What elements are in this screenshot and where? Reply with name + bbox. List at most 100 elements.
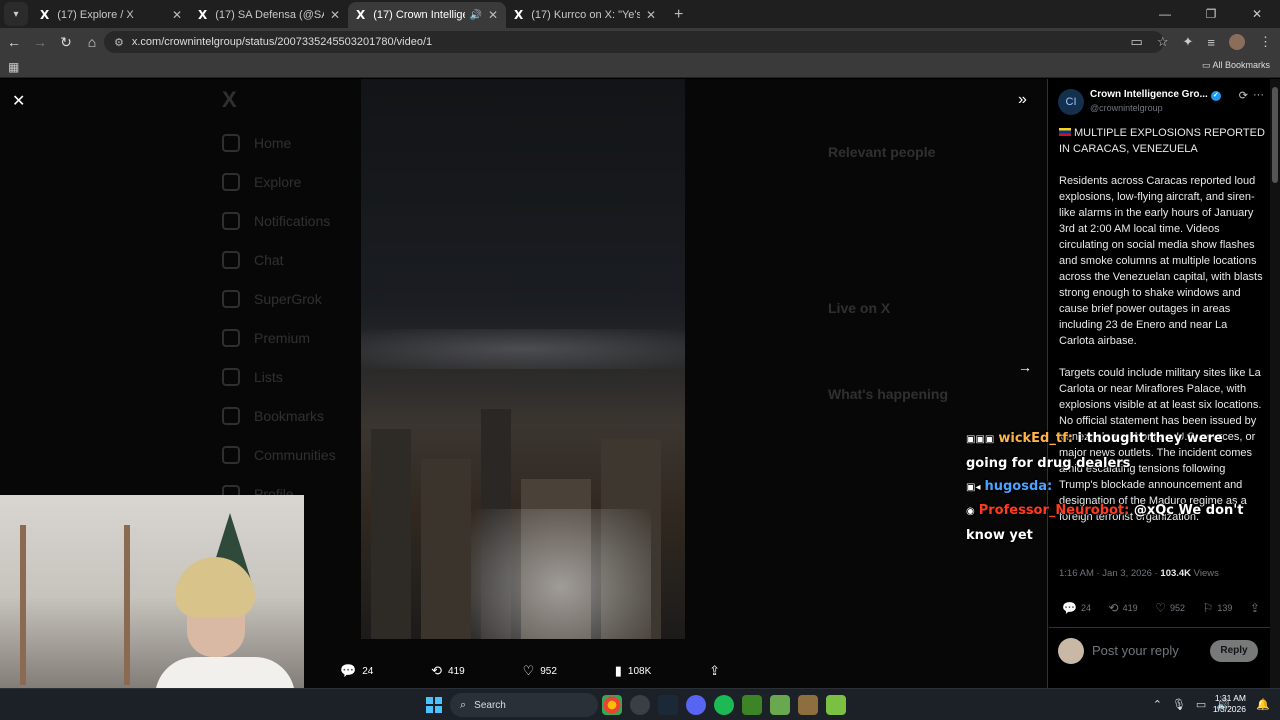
nav-icon	[222, 250, 240, 269]
next-media-icon[interactable]: →	[1018, 359, 1032, 375]
reply-stat[interactable]: 💬 24	[1062, 601, 1091, 615]
author-avatar[interactable]: CI	[1058, 89, 1084, 115]
browser-tab-active[interactable]: X (17) Crown Intelligence Group 🔊 ✕	[348, 2, 506, 28]
network-icon[interactable]: ▭	[1196, 698, 1206, 711]
chat-message: ▣◂ hugosda:	[966, 475, 1256, 500]
browser-tab[interactable]: X (17) Explore / X ✕	[32, 2, 190, 28]
nav-label: Premium	[254, 329, 311, 346]
nav-icon	[222, 133, 240, 152]
back-icon[interactable]: ←	[2, 34, 26, 50]
nav-item: Lists	[222, 357, 372, 396]
collapse-panel-icon[interactable]: »	[1018, 91, 1027, 109]
bookmark-star-icon[interactable]: ☆	[1157, 34, 1169, 50]
close-tab-icon[interactable]: ✕	[172, 8, 182, 22]
like-action[interactable]: ♡ 952	[523, 661, 557, 681]
windows-start-icon[interactable]	[426, 697, 442, 713]
more-options-icon[interactable]: ···	[1253, 89, 1264, 101]
bar-chart-icon: ▮	[614, 663, 622, 678]
nav-label: SuperGrok	[254, 290, 322, 307]
tweet-views-label: Views	[1191, 568, 1219, 579]
minimize-icon[interactable]: —	[1142, 0, 1188, 28]
share-stat[interactable]: ⇪	[1250, 601, 1260, 615]
verified-badge-icon: ✓	[1210, 91, 1221, 101]
address-bar[interactable]: ⚙ x.com/crownintelgroup/status/200733524…	[104, 31, 1164, 53]
minecraft-icon[interactable]	[742, 695, 762, 715]
forward-icon[interactable]: →	[28, 34, 52, 50]
reply-count: 24	[1080, 603, 1091, 613]
nav-label: Home	[254, 134, 292, 151]
repost-icon: ⟲	[431, 663, 443, 678]
spotify-icon[interactable]	[714, 695, 734, 715]
browser-tab[interactable]: X (17) Kurrco on X: "Ye's upcoming ✕	[506, 2, 664, 28]
url-text: x.com/crownintelgroup/status/20073352455…	[131, 36, 433, 48]
discord-icon[interactable]	[686, 695, 706, 715]
tweet-headline-row: MULTIPLE EXPLOSIONS REPORTED IN CARACAS,…	[1059, 125, 1265, 157]
video-player[interactable]	[361, 79, 685, 639]
app-icon[interactable]	[826, 695, 846, 715]
repost-action[interactable]: ⟲ 419	[431, 661, 465, 681]
taskbar-clock[interactable]: 1:31 AM 1/3/2026	[1213, 693, 1246, 715]
tab-search-button[interactable]: ▾	[4, 2, 28, 26]
close-tab-icon[interactable]: ✕	[646, 8, 656, 22]
obs-icon[interactable]	[630, 695, 650, 715]
repost-stat[interactable]: ⟲ 419	[1109, 601, 1138, 615]
tweet-time[interactable]: 1:16 AM · Jan 3, 2026 ·	[1059, 568, 1160, 579]
new-tab-icon[interactable]: +	[674, 6, 683, 24]
restore-icon[interactable]: ❐	[1188, 0, 1234, 28]
nav-label: Lists	[254, 368, 283, 385]
tray-chevron-icon[interactable]: ⌃	[1153, 698, 1162, 711]
site-info-icon[interactable]: ⚙	[114, 36, 124, 49]
profile-avatar-icon[interactable]	[1229, 34, 1245, 50]
cast-icon[interactable]: ▭	[1131, 34, 1143, 50]
reply-input[interactable]: Post your reply	[1092, 643, 1179, 658]
nav-icon	[222, 211, 240, 230]
speaker-icon[interactable]: 🔊	[469, 10, 481, 21]
media-control-icon[interactable]: ≡	[1207, 35, 1215, 50]
browser-menu-icon[interactable]: ⋮	[1259, 34, 1272, 50]
grok-icon[interactable]: ⟳	[1239, 89, 1248, 102]
nav-item: Premium	[222, 318, 372, 357]
author-name-row[interactable]: Crown Intelligence Gro... ✓	[1090, 89, 1221, 101]
x-logo-icon: X	[356, 8, 366, 22]
apps-grid-icon[interactable]: ▦	[8, 60, 19, 74]
venezuela-flag-icon	[1059, 128, 1071, 136]
taskbar-search[interactable]: ⌕ Search	[450, 693, 598, 717]
app-icon[interactable]	[770, 695, 790, 715]
chrome-icon[interactable]	[602, 695, 622, 715]
close-tab-icon[interactable]: ✕	[488, 8, 498, 22]
nav-icon	[222, 289, 240, 308]
chat-badges-icon: ◉	[966, 506, 975, 517]
chat-message: ◉ Professor_Neurobot: @xQc We don't know …	[966, 499, 1256, 548]
taskbar-search-label: Search	[474, 699, 506, 711]
chat-badges-icon: ▣▣▣	[966, 434, 995, 445]
like-count: 952	[1169, 603, 1185, 613]
home-icon[interactable]: ⌂	[80, 34, 104, 50]
nav-item: Bookmarks	[222, 396, 372, 435]
close-tab-icon[interactable]: ✕	[330, 8, 340, 22]
browser-tab[interactable]: X (17) SA Defensa (@SA_Defensa) ✕	[190, 2, 348, 28]
page-scrollbar[interactable]	[1270, 79, 1280, 688]
bookmark-stat[interactable]: ⚐ 139	[1203, 601, 1233, 615]
close-window-icon[interactable]: ✕	[1234, 0, 1280, 28]
windows-taskbar: ⌕ Search ⌃ 🎙 ▭ 🔊 1:31 AM 1/3/2026 🔔	[0, 688, 1280, 720]
close-media-icon[interactable]: ✕	[12, 91, 25, 111]
extensions-icon[interactable]: ✦	[1183, 34, 1194, 50]
microphone-icon[interactable]: 🎙	[1172, 698, 1186, 711]
reply-button[interactable]: Reply	[1210, 640, 1258, 662]
reply-action[interactable]: 💬 24	[340, 661, 373, 681]
author-handle[interactable]: @crownintelgroup	[1090, 103, 1163, 113]
like-stat[interactable]: ♡ 952	[1155, 601, 1185, 615]
all-bookmarks-link[interactable]: ▭ All Bookmarks	[1202, 60, 1270, 71]
webcam-hair	[175, 557, 255, 617]
steam-icon[interactable]	[658, 695, 678, 715]
views-action[interactable]: ▮ 108K	[615, 661, 652, 681]
notification-bell-icon[interactable]: 🔔	[1256, 698, 1270, 711]
share-action[interactable]: ⇪	[709, 661, 720, 681]
game-icon[interactable]	[798, 695, 818, 715]
tab-title: (17) Crown Intelligence Group	[373, 9, 465, 21]
nav-item: Explore	[222, 162, 372, 201]
scrollbar-thumb[interactable]	[1272, 87, 1278, 183]
chat-username: hugosda:	[984, 479, 1053, 494]
reload-icon[interactable]: ↻	[54, 34, 78, 51]
chat-username: Professor_Neurobot:	[978, 503, 1130, 518]
